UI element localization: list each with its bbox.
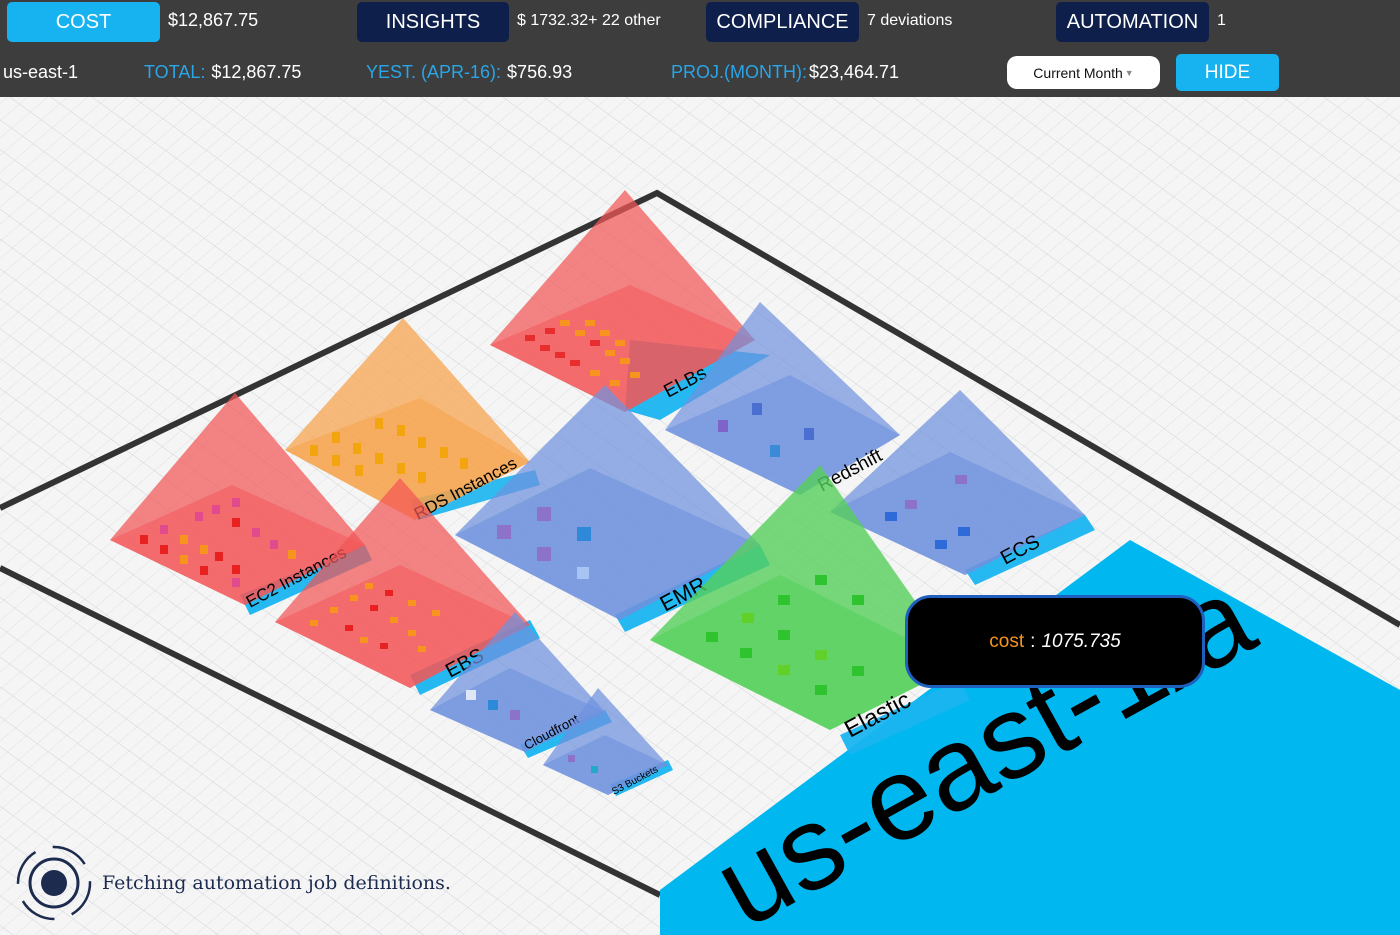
- tab-compliance-label: COMPLIANCE: [716, 10, 849, 33]
- tooltip-key: cost: [989, 630, 1025, 652]
- total-value: $12,867.75: [211, 62, 302, 82]
- period-select[interactable]: Current Month ▼: [1007, 56, 1160, 89]
- total-label: TOTAL:: [144, 62, 206, 82]
- spinner-icon: [16, 845, 92, 921]
- tab-insights-value: $ 1732.32+ 22 other: [517, 12, 661, 29]
- projected-cost: PROJ.(MONTH): $23,464.71: [671, 62, 899, 83]
- tab-automation[interactable]: AUTOMATION: [1056, 2, 1209, 42]
- tab-insights-label: INSIGHTS: [385, 10, 481, 33]
- tab-compliance-value: 7 deviations: [867, 12, 953, 29]
- period-select-value: Current Month: [1033, 64, 1123, 81]
- yesterday-value: $756.93: [507, 62, 573, 82]
- chevron-down-icon: ▼: [1124, 67, 1134, 78]
- cost-tooltip: cost : 1075.735: [905, 595, 1205, 688]
- region-name: us-east-1: [3, 62, 79, 82]
- isometric-scene[interactable]: us-east-1/a ELBs Redshift RDS Instances …: [0, 97, 1400, 935]
- hide-button[interactable]: HIDE: [1176, 54, 1279, 91]
- projected-label: PROJ.(MONTH):: [671, 62, 807, 82]
- yesterday-cost: YEST. (APR-16): $756.93: [366, 62, 572, 83]
- total-cost: TOTAL: $12,867.75: [144, 62, 301, 83]
- projected-value: $23,464.71: [808, 62, 900, 82]
- loading-text: Fetching automation job definitions.: [102, 872, 451, 894]
- yesterday-label: YEST. (APR-16):: [366, 62, 502, 82]
- tab-automation-label: AUTOMATION: [1066, 10, 1199, 33]
- tab-automation-value: 1: [1217, 12, 1226, 29]
- tab-cost-value: $12,867.75: [168, 10, 259, 30]
- top-bar: COST $12,867.75 INSIGHTS $ 1732.32+ 22 o…: [0, 0, 1400, 97]
- tab-insights[interactable]: INSIGHTS: [357, 2, 509, 42]
- hide-button-label: HIDE: [1204, 61, 1251, 83]
- tab-compliance[interactable]: COMPLIANCE: [706, 2, 859, 42]
- tab-cost-label: COST: [55, 10, 112, 33]
- tab-cost[interactable]: COST: [7, 2, 160, 42]
- tooltip-separator: :: [1030, 630, 1036, 652]
- tooltip-value: 1075.735: [1041, 630, 1121, 652]
- loading-status: Fetching automation job definitions.: [14, 843, 451, 923]
